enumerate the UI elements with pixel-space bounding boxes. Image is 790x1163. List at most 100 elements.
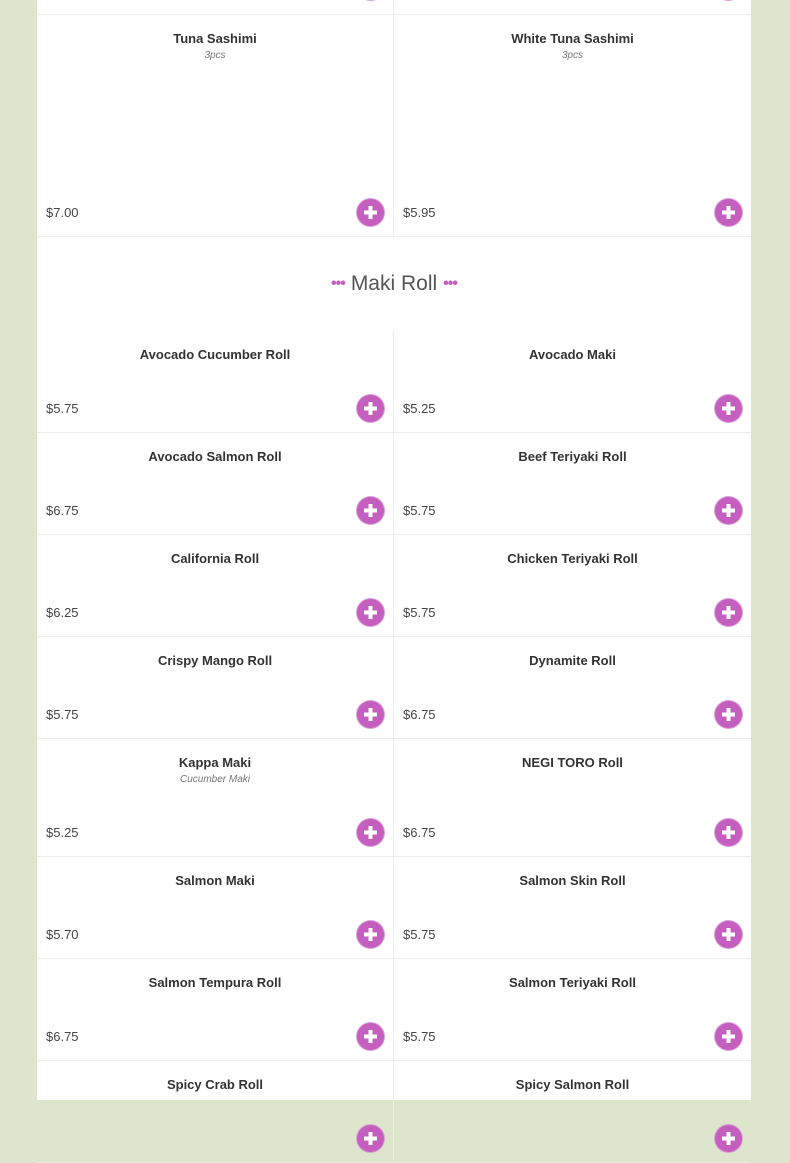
plus-icon <box>364 1132 377 1145</box>
add-item-button[interactable] <box>357 921 384 948</box>
menu-panel: Tuna Sashimi 3pcs $7.00 White Tuna Sashi… <box>37 0 751 1163</box>
plus-icon <box>722 606 735 619</box>
dots-icon: ••• <box>331 275 346 292</box>
item-name: California Roll <box>170 551 260 566</box>
menu-item-card[interactable]: Salmon Teriyaki Roll $5.75 <box>394 959 751 1060</box>
item-price: $5.75 <box>46 707 79 722</box>
item-name: Spicy Salmon Roll <box>515 1077 630 1092</box>
add-item-button[interactable] <box>357 1125 384 1152</box>
item-price: $5.75 <box>403 927 436 942</box>
menu-item-card[interactable]: Chicken Teriyaki Roll $5.75 <box>394 535 751 636</box>
item-price: $7.00 <box>46 205 79 220</box>
plus-icon <box>364 504 377 517</box>
plus-icon <box>364 928 377 941</box>
add-item-button[interactable] <box>715 701 742 728</box>
menu-item-card[interactable]: Avocado Maki $5.25 <box>394 331 751 432</box>
plus-icon <box>722 402 735 415</box>
item-price: $6.75 <box>46 1029 79 1044</box>
plus-icon <box>722 708 735 721</box>
plus-icon <box>722 1030 735 1043</box>
add-item-button[interactable] <box>715 819 742 846</box>
add-item-button[interactable] <box>715 395 742 422</box>
plus-icon <box>364 1030 377 1043</box>
menu-row: Avocado Cucumber Roll $5.75 Avocado Maki $5… <box>37 331 751 433</box>
item-price: $6.75 <box>46 503 79 518</box>
menu-item-card[interactable]: Salmon Tempura Roll $6.75 <box>37 959 394 1060</box>
item-price: $6.75 <box>403 825 436 840</box>
add-item-button[interactable] <box>357 599 384 626</box>
add-item-button[interactable] <box>715 599 742 626</box>
item-description: 3pcs <box>561 50 584 61</box>
item-name: Chicken Teriyaki Roll <box>507 551 638 566</box>
item-name: Salmon Tempura Roll <box>148 975 282 990</box>
add-item-button[interactable] <box>715 497 742 524</box>
menu-item-card[interactable]: Dynamite Roll $6.75 <box>394 637 751 738</box>
add-item-button[interactable] <box>715 1023 742 1050</box>
menu-item-card[interactable]: Beef Teriyaki Roll $5.75 <box>394 433 751 534</box>
menu-item-card[interactable] <box>37 0 394 14</box>
item-name: White Tuna Sashimi <box>511 31 634 46</box>
item-name: Kappa Maki <box>178 755 252 770</box>
add-item-button[interactable] <box>357 497 384 524</box>
section-title: Maki Roll <box>350 272 438 295</box>
item-price: $5.75 <box>403 503 436 518</box>
maki-list: Avocado Cucumber Roll $5.75 Avocado Maki $5… <box>37 331 751 1163</box>
item-name: Tuna Sashimi <box>173 31 257 46</box>
add-item-button[interactable] <box>357 395 384 422</box>
item-description: Cucumber Maki <box>179 774 251 785</box>
add-item-button[interactable] <box>357 819 384 846</box>
item-price: $5.75 <box>403 605 436 620</box>
menu-item-card[interactable]: Spicy Salmon Roll <box>394 1061 751 1162</box>
plus-icon <box>364 206 377 219</box>
plus-icon <box>364 826 377 839</box>
menu-item-card[interactable]: Kappa Maki Cucumber Maki $5.25 <box>37 739 394 856</box>
item-price: $6.75 <box>403 707 436 722</box>
item-name: Salmon Teriyaki Roll <box>509 975 636 990</box>
item-name: Crispy Mango Roll <box>157 653 273 668</box>
item-price: $5.70 <box>46 927 79 942</box>
item-name: Avocado Salmon Roll <box>148 449 282 464</box>
menu-row-previous <box>37 0 751 15</box>
add-item-button[interactable] <box>357 199 384 226</box>
item-description: 3pcs <box>204 50 226 61</box>
item-name: Spicy Crab Roll <box>166 1077 264 1092</box>
menu-item-card[interactable]: Salmon Skin Roll $5.75 <box>394 857 751 958</box>
plus-icon <box>364 402 377 415</box>
plus-icon <box>364 708 377 721</box>
item-name: Avocado Maki <box>529 347 616 362</box>
menu-item-card[interactable]: Crispy Mango Roll $5.75 <box>37 637 394 738</box>
plus-icon <box>722 826 735 839</box>
item-name: Beef Teriyaki Roll <box>518 449 627 464</box>
item-name: Dynamite Roll <box>529 653 616 668</box>
menu-row: Kappa Maki Cucumber Maki $5.25 NEGI TORO Ro… <box>37 739 751 857</box>
menu-item-card[interactable]: Spicy Crab Roll <box>37 1061 394 1162</box>
add-item-button[interactable] <box>357 701 384 728</box>
menu-item-card[interactable]: White Tuna Sashimi 3pcs $5.95 <box>394 15 751 236</box>
add-item-button[interactable] <box>715 921 742 948</box>
menu-item-card[interactable]: NEGI TORO Roll $6.75 <box>394 739 751 856</box>
menu-item-card[interactable]: Avocado Cucumber Roll $5.75 <box>37 331 394 432</box>
menu-item-card[interactable]: California Roll $6.25 <box>37 535 394 636</box>
menu-row: Tuna Sashimi 3pcs $7.00 White Tuna Sashi… <box>37 15 751 237</box>
menu-row: California Roll $6.25 Chicken Teriyaki Rol… <box>37 535 751 637</box>
section-header: ••• Maki Roll ••• <box>37 237 751 331</box>
menu-row: Salmon Tempura Roll $6.75 Salmon Teriyaki … <box>37 959 751 1061</box>
plus-icon <box>364 606 377 619</box>
plus-icon <box>722 928 735 941</box>
menu-item-card[interactable]: Tuna Sashimi 3pcs $7.00 <box>37 15 394 236</box>
item-price: $5.95 <box>403 205 436 220</box>
add-item-button[interactable] <box>715 199 742 226</box>
add-item-button[interactable] <box>357 1023 384 1050</box>
menu-row: Avocado Salmon Roll $6.75 Beef Teriyaki Ro… <box>37 433 751 535</box>
item-price: $5.75 <box>46 401 79 416</box>
item-price: $5.25 <box>403 401 436 416</box>
menu-item-card[interactable]: Salmon Maki $5.70 <box>37 857 394 958</box>
plus-icon <box>722 206 735 219</box>
menu-row: Spicy Crab Roll Spicy Salmon Roll <box>37 1061 751 1163</box>
menu-item-card[interactable]: Avocado Salmon Roll $6.75 <box>37 433 394 534</box>
item-name: NEGI TORO Roll <box>522 755 623 770</box>
menu-item-card[interactable] <box>394 0 751 14</box>
add-item-button[interactable] <box>715 1125 742 1152</box>
item-name: Salmon Maki <box>175 873 255 888</box>
dots-icon: ••• <box>443 275 458 292</box>
